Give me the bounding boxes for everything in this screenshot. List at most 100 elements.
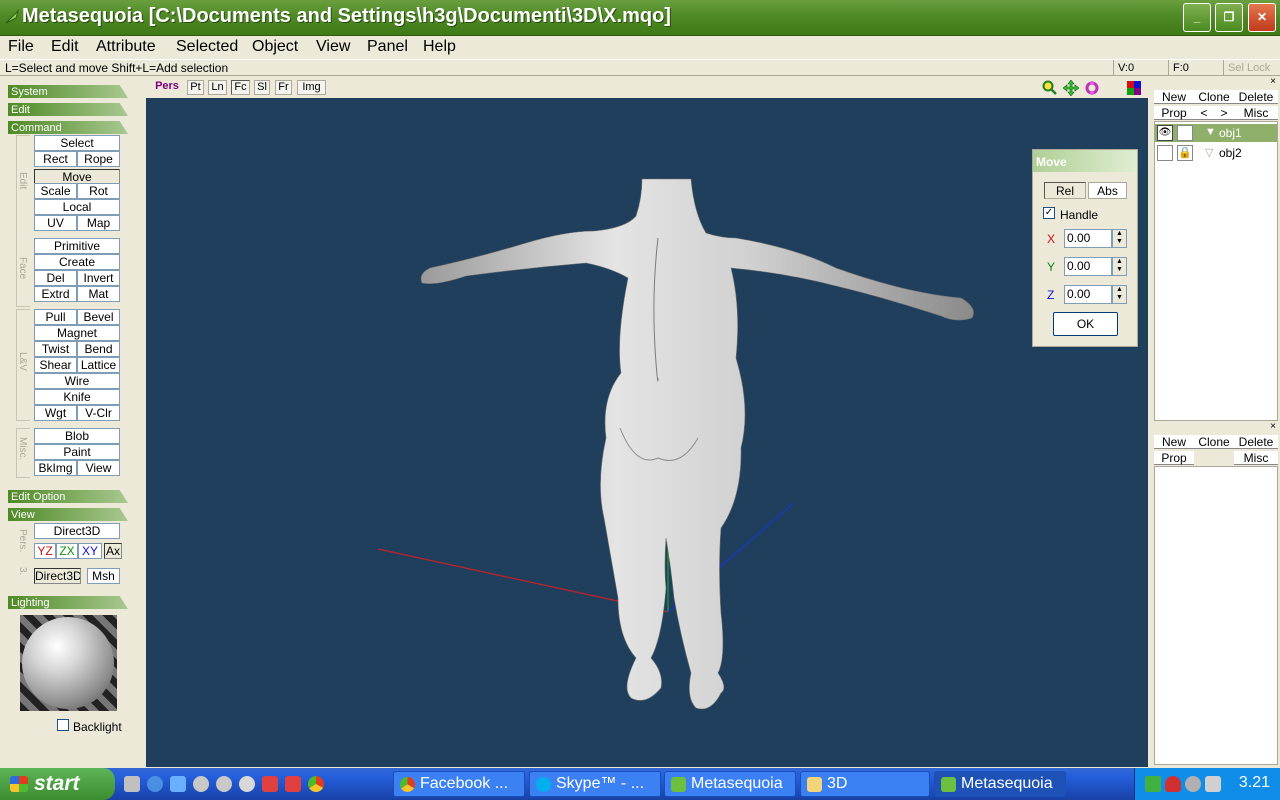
view-xy-button[interactable]: XY	[78, 543, 102, 559]
color-grid-icon[interactable]	[1126, 80, 1142, 96]
tool-knife[interactable]: Knife	[34, 389, 120, 405]
tray-usb-icon[interactable]	[1205, 776, 1221, 792]
object-prev-button[interactable]: <	[1194, 106, 1214, 120]
object-clone-button[interactable]: Clone	[1194, 90, 1234, 104]
expand-arrow-icon[interactable]: ▽	[1205, 146, 1213, 159]
start-button[interactable]: start	[0, 768, 115, 800]
handle-checkbox[interactable]: ✓	[1043, 207, 1055, 219]
view-tab-fc[interactable]: Fc	[231, 80, 250, 95]
section-lighting[interactable]: Lighting	[8, 596, 128, 609]
object-misc-button[interactable]: Misc	[1234, 106, 1278, 120]
tool-rope[interactable]: Rope	[77, 151, 120, 167]
tool-invert[interactable]: Invert	[77, 270, 120, 286]
menu-edit[interactable]: Edit	[51, 38, 79, 56]
ok-button[interactable]: OK	[1053, 312, 1118, 336]
tool-lattice[interactable]: Lattice	[77, 357, 120, 373]
section-edit[interactable]: Edit	[8, 103, 128, 116]
view-tab-pt[interactable]: Pt	[187, 80, 204, 95]
task-3d-folder[interactable]: 3D	[800, 771, 930, 797]
material-new-button[interactable]: New	[1154, 435, 1194, 449]
zoom-icon[interactable]	[1042, 80, 1058, 96]
tool-primitive[interactable]: Primitive	[34, 238, 120, 254]
view-tab-ln[interactable]: Ln	[208, 80, 227, 95]
section-view[interactable]: View	[8, 508, 128, 521]
tool-paint[interactable]: Paint	[34, 444, 120, 460]
tool-bend[interactable]: Bend	[77, 341, 120, 357]
menu-file[interactable]: File	[8, 38, 34, 56]
task-skype[interactable]: Skype™ - ...	[529, 771, 661, 797]
material-misc-button[interactable]: Misc	[1234, 451, 1278, 465]
tool-rot[interactable]: Rot	[77, 183, 120, 199]
section-edit-option[interactable]: Edit Option	[8, 490, 128, 503]
tool-bevel[interactable]: Bevel	[77, 309, 120, 325]
task-metasequoia-1[interactable]: Metasequoia	[664, 771, 796, 797]
tool-vclr[interactable]: V-Clr	[77, 405, 120, 421]
object-row-obj1[interactable]: 👁 ▼ obj1	[1155, 124, 1277, 142]
tool-shear[interactable]: Shear	[34, 357, 77, 373]
view-zx-button[interactable]: ZX	[56, 543, 78, 559]
tray-network-icon[interactable]	[1185, 776, 1201, 792]
quicklaunch-chrome-icon[interactable]	[308, 776, 324, 792]
rotate-icon[interactable]	[1084, 80, 1100, 96]
tray-shield-icon[interactable]	[1165, 776, 1181, 792]
menu-selected[interactable]: Selected	[176, 38, 238, 56]
visibility-eye-icon[interactable]: 👁	[1157, 125, 1173, 141]
maximize-button[interactable]: ❐	[1215, 3, 1243, 32]
lock-icon[interactable]: 🔒	[1177, 145, 1193, 161]
y-spinner[interactable]: ▲ ▼	[1112, 257, 1127, 276]
tool-select[interactable]: Select	[34, 135, 120, 151]
quicklaunch-tool-icon[interactable]	[262, 776, 278, 792]
panel2-close-icon[interactable]: ×	[1270, 421, 1276, 432]
section-command[interactable]: Command	[8, 121, 128, 134]
close-button[interactable]: ✕	[1248, 3, 1276, 32]
move-dialog-title[interactable]: Move	[1033, 150, 1137, 172]
menu-help[interactable]: Help	[423, 38, 456, 56]
object-delete-button[interactable]: Delete	[1234, 90, 1278, 104]
task-metasequoia-2[interactable]: Metasequoia	[934, 771, 1066, 797]
tool-magnet[interactable]: Magnet	[34, 325, 120, 341]
tool-del[interactable]: Del	[34, 270, 77, 286]
tool-uv[interactable]: UV	[34, 215, 77, 231]
tool-wgt[interactable]: Wgt	[34, 405, 77, 421]
quicklaunch-ie-icon[interactable]	[147, 776, 163, 792]
tool-bkimg[interactable]: BkImg	[34, 460, 77, 476]
expand-arrow-icon[interactable]: ▼	[1205, 126, 1216, 138]
object-next-button[interactable]: >	[1214, 106, 1234, 120]
material-clone-button[interactable]: Clone	[1194, 435, 1234, 449]
x-spinner[interactable]: ▲ ▼	[1112, 229, 1127, 248]
view-tab-sl[interactable]: Sl	[254, 80, 270, 95]
3d-viewport[interactable]	[146, 98, 1148, 767]
z-input[interactable]: 0.00	[1064, 285, 1112, 304]
lock-toggle[interactable]	[1177, 125, 1193, 141]
pan-icon[interactable]	[1063, 80, 1079, 96]
x-input[interactable]: 0.00	[1064, 229, 1112, 248]
z-spinner[interactable]: ▲ ▼	[1112, 285, 1127, 304]
minimize-button[interactable]: _	[1183, 3, 1211, 32]
menu-view[interactable]: View	[316, 38, 350, 56]
tool-local[interactable]: Local	[34, 199, 120, 215]
quicklaunch-user3-icon[interactable]	[239, 776, 255, 792]
task-facebook[interactable]: Facebook ...	[393, 771, 525, 797]
view-yz-button[interactable]: YZ	[34, 543, 56, 559]
menu-object[interactable]: Object	[252, 38, 298, 56]
object-new-button[interactable]: New	[1154, 90, 1194, 104]
tool-wire[interactable]: Wire	[34, 373, 120, 389]
tool-map[interactable]: Map	[77, 215, 120, 231]
quicklaunch-app-icon[interactable]	[124, 776, 140, 792]
view-mode-pers[interactable]: Pers	[152, 80, 182, 95]
move-rel-tab[interactable]: Rel	[1044, 182, 1086, 199]
view-axis-button[interactable]: Ax	[104, 543, 122, 559]
tool-extrd[interactable]: Extrd	[34, 286, 77, 302]
material-delete-button[interactable]: Delete	[1234, 435, 1278, 449]
tool-mat[interactable]: Mat	[77, 286, 120, 302]
y-input[interactable]: 0.00	[1064, 257, 1112, 276]
visibility-toggle[interactable]	[1157, 145, 1173, 161]
tool-rect[interactable]: Rect	[34, 151, 77, 167]
quicklaunch-desktop-icon[interactable]	[170, 776, 186, 792]
section-system[interactable]: System	[8, 85, 128, 98]
tool-pull[interactable]: Pull	[34, 309, 77, 325]
quicklaunch-tool2-icon[interactable]	[285, 776, 301, 792]
view-direct3d-button[interactable]: Direct3D	[34, 523, 120, 539]
view-tab-fr[interactable]: Fr	[275, 80, 292, 95]
menu-panel[interactable]: Panel	[367, 38, 408, 56]
